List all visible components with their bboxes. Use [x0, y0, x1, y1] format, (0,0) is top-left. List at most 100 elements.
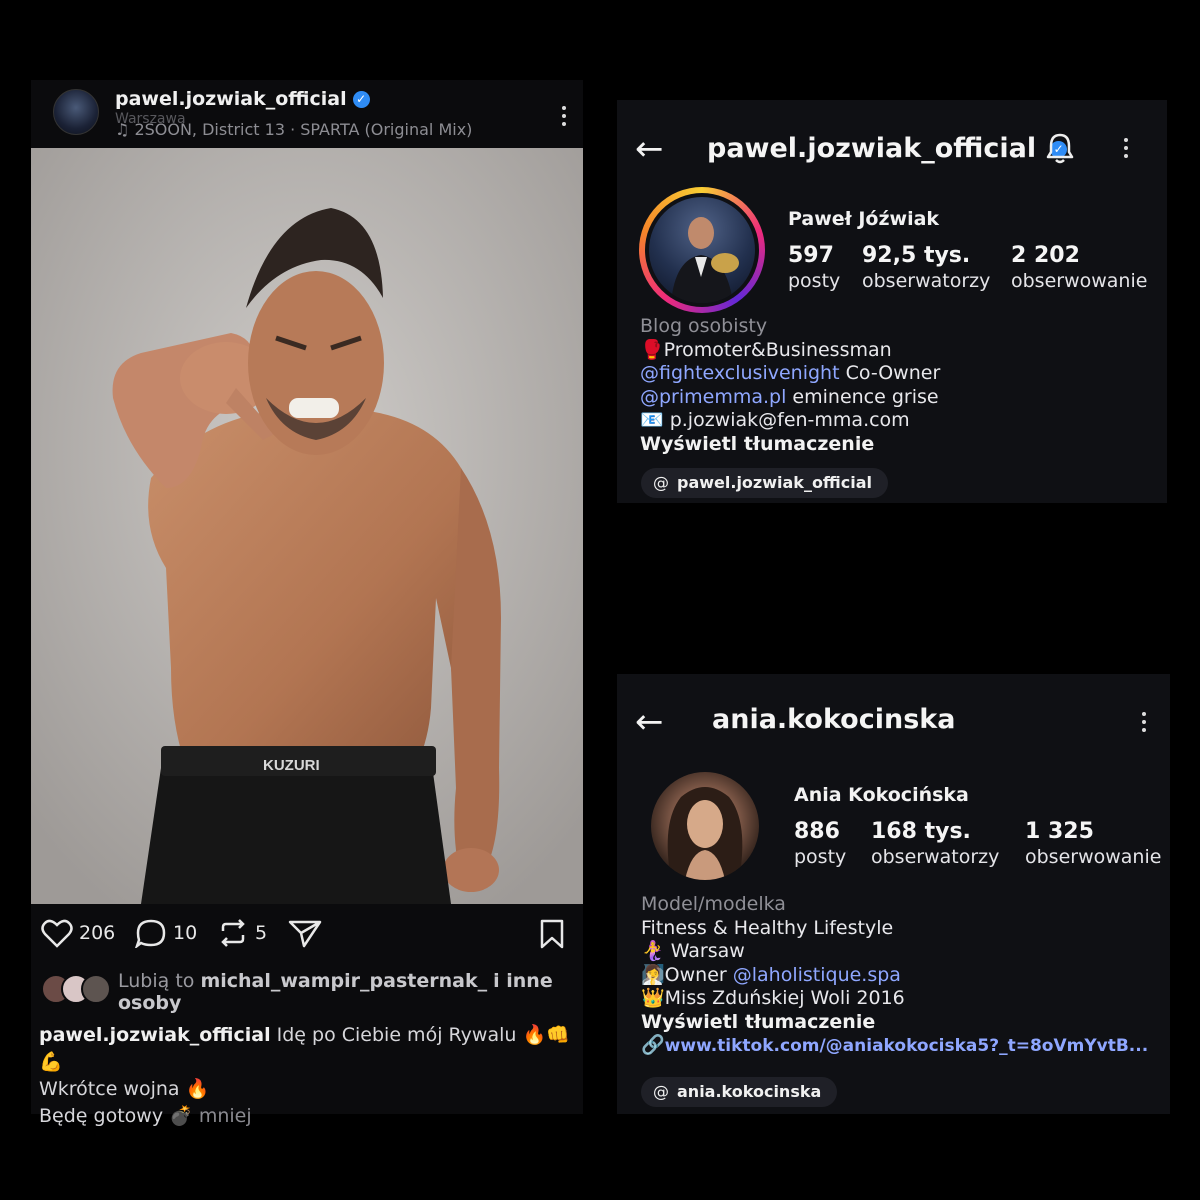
less-link[interactable]: mniej — [199, 1105, 252, 1127]
like-action[interactable]: 206 — [41, 918, 115, 948]
post-audio[interactable]: 2SOON, District 13 · SPARTA (Original Mi… — [134, 120, 472, 139]
notification-bell-icon[interactable] — [1045, 132, 1075, 171]
stat-posts[interactable]: 886 posty — [794, 819, 846, 868]
threads-icon: @ — [653, 473, 669, 492]
heart-icon[interactable] — [41, 918, 73, 948]
bio-line: 🧖‍♀️Owner @laholistique.spa — [641, 964, 1148, 988]
profile-full-name: Paweł Jóźwiak — [788, 208, 940, 230]
post-author-avatar[interactable] — [53, 89, 99, 135]
profile-avatar[interactable] — [649, 197, 755, 303]
avatar-figure — [671, 217, 739, 303]
profile-more-options-icon[interactable] — [1124, 138, 1130, 162]
post-caption: pawel.jozwiak_official Idę po Ciebie mój… — [39, 1022, 579, 1130]
post-panel: pawel.jozwiak_official ✓ Warszawa ♫ 2SOON… — [31, 80, 583, 1127]
bio-mention-link[interactable]: @primemma.pl — [640, 386, 786, 408]
reposts-count[interactable]: 5 — [255, 922, 267, 944]
stat-followers[interactable]: 168 tys. obserwatorzy — [871, 819, 999, 868]
avatar-figure — [667, 787, 743, 880]
comments-count[interactable]: 10 — [173, 922, 197, 944]
translate-link[interactable]: Wyświetl tłumaczenie — [641, 1011, 1148, 1035]
profile-panel-ania: ← ania.kokocinska Ania Kokocińska 886 pos… — [617, 674, 1170, 1114]
bio-line: Fitness & Healthy Lifestyle — [641, 916, 894, 939]
translate-link[interactable]: Wyświetl tłumaczenie — [640, 433, 940, 457]
profile-handle-row: pawel.jozwiak_official ✓ — [707, 133, 1068, 164]
post-username-row[interactable]: pawel.jozwiak_official ✓ — [115, 88, 370, 110]
stat-following[interactable]: 2 202 obserwowanie — [1011, 243, 1147, 292]
save-action[interactable] — [538, 918, 566, 950]
post-username[interactable]: pawel.jozwiak_official — [115, 88, 347, 110]
stat-value: 168 tys. — [871, 819, 971, 844]
post-audio-row[interactable]: ♫ 2SOON, District 13 · SPARTA (Original … — [115, 120, 472, 139]
stat-label: posty — [794, 846, 847, 868]
back-arrow-icon[interactable]: ← — [635, 132, 664, 166]
bio-text: 🧖‍♀️Owner — [641, 963, 733, 986]
threads-badge[interactable]: @ pawel.jozwiak_official — [641, 468, 889, 498]
threads-handle: pawel.jozwiak_official — [677, 473, 873, 492]
profile-full-name: Ania Kokocińska — [794, 784, 969, 806]
music-note-icon: ♫ — [115, 120, 135, 139]
caption-username[interactable]: pawel.jozwiak_official — [39, 1024, 271, 1046]
likes-count[interactable]: 206 — [79, 922, 115, 944]
website-row[interactable]: 🔗www.tiktok.com/@aniakokociska5?_t=8oVmY… — [641, 1034, 1148, 1059]
link-chain-icon: 🔗 — [641, 1034, 665, 1056]
profile-handle: pawel.jozwiak_official — [707, 133, 1037, 164]
stat-value: 597 — [788, 243, 834, 268]
stat-label: obserwatorzy — [871, 846, 1000, 868]
post-actions-bar: 206 10 5 — [31, 914, 583, 958]
liked-by-avatars — [41, 974, 113, 1004]
caption-line-1: pawel.jozwiak_official Idę po Ciebie mój… — [39, 1022, 579, 1076]
bio-text: eminence grise — [786, 385, 939, 408]
threads-handle: ania.kokocinska — [677, 1082, 822, 1101]
repost-icon[interactable] — [217, 918, 249, 948]
stat-value: 92,5 tys. — [862, 243, 971, 268]
bio-mention-link[interactable]: @fightexclusivenight — [640, 362, 840, 384]
profile-more-options-icon[interactable] — [1142, 712, 1148, 736]
repost-action[interactable]: 5 — [217, 918, 267, 948]
liked-by-text: Lubią to michal_wampir_pasternak_ i inne… — [118, 970, 558, 1014]
website-link[interactable]: www.tiktok.com/@aniakokociska5?_t=8oVmYv… — [665, 1036, 1149, 1056]
profile-category: Model/modelka — [641, 893, 786, 915]
caption-text-3: Będę gotowy 💣 — [39, 1105, 193, 1127]
bio-text: Co-Owner — [839, 362, 941, 384]
profile-category: Blog osobisty — [640, 315, 768, 337]
comment-bubble-icon[interactable] — [135, 918, 167, 948]
share-action[interactable] — [287, 918, 323, 948]
back-arrow-icon[interactable]: ← — [635, 705, 664, 739]
stat-value: 2 202 — [1011, 243, 1080, 268]
stat-label: posty — [788, 270, 841, 292]
bio-mention-link[interactable]: @laholistique.spa — [733, 964, 901, 986]
bio-line: @fightexclusivenight Co-Owner — [640, 362, 940, 386]
liked-by-user[interactable]: michal_wampir_pasternak_ — [200, 970, 487, 992]
bio-line: 🧜‍♀️ Warsaw — [641, 940, 745, 962]
profile-handle: ania.kokocinska — [712, 704, 956, 735]
bookmark-icon[interactable] — [538, 918, 566, 950]
comment-action[interactable]: 10 — [135, 918, 197, 948]
post-more-options-icon[interactable] — [562, 106, 568, 130]
post-photo[interactable]: KUZURI 🔇 — [31, 148, 583, 904]
threads-badge[interactable]: @ ania.kokocinska — [641, 1077, 838, 1107]
stat-followers[interactable]: 92,5 tys. obserwatorzy — [862, 243, 990, 292]
avatar — [81, 974, 111, 1004]
profile-avatar[interactable] — [651, 772, 759, 880]
stat-value: 1 325 — [1025, 819, 1094, 844]
profile-bio: Blog osobisty 🥊Promoter&Businessman @fig… — [640, 315, 940, 456]
stat-value: 886 — [794, 819, 840, 844]
caption-line-3: Będę gotowy 💣 mniej — [39, 1103, 579, 1130]
caption-line-2: Wkrótce wojna 🔥 — [39, 1078, 210, 1100]
stat-following[interactable]: 1 325 obserwowanie — [1025, 819, 1161, 868]
fighter-photo: KUZURI — [31, 148, 583, 904]
profile-bio: Model/modelka Fitness & Healthy Lifestyl… — [641, 893, 1148, 1059]
post-header: pawel.jozwiak_official ✓ Warszawa ♫ 2SOON… — [31, 80, 583, 148]
shorts-brand: KUZURI — [263, 757, 320, 774]
threads-icon: @ — [653, 1082, 669, 1101]
verified-badge-icon: ✓ — [352, 91, 370, 108]
send-icon[interactable] — [287, 918, 323, 948]
profile-panel-pawel: ← pawel.jozwiak_official ✓ Paweł Jóźwiak … — [617, 100, 1167, 503]
liked-by-prefix: Lubią to — [118, 970, 195, 992]
stat-posts[interactable]: 597 posty — [788, 243, 840, 292]
stat-label: obserwowanie — [1025, 846, 1162, 868]
bio-line: 👑Miss Zduńskiej Woli 2016 — [641, 987, 905, 1009]
bio-line: @primemma.pl eminence grise — [640, 386, 940, 410]
stat-label: obserwatorzy — [862, 270, 991, 292]
bio-email[interactable]: 📧 p.jozwiak@fen-mma.com — [640, 409, 940, 433]
